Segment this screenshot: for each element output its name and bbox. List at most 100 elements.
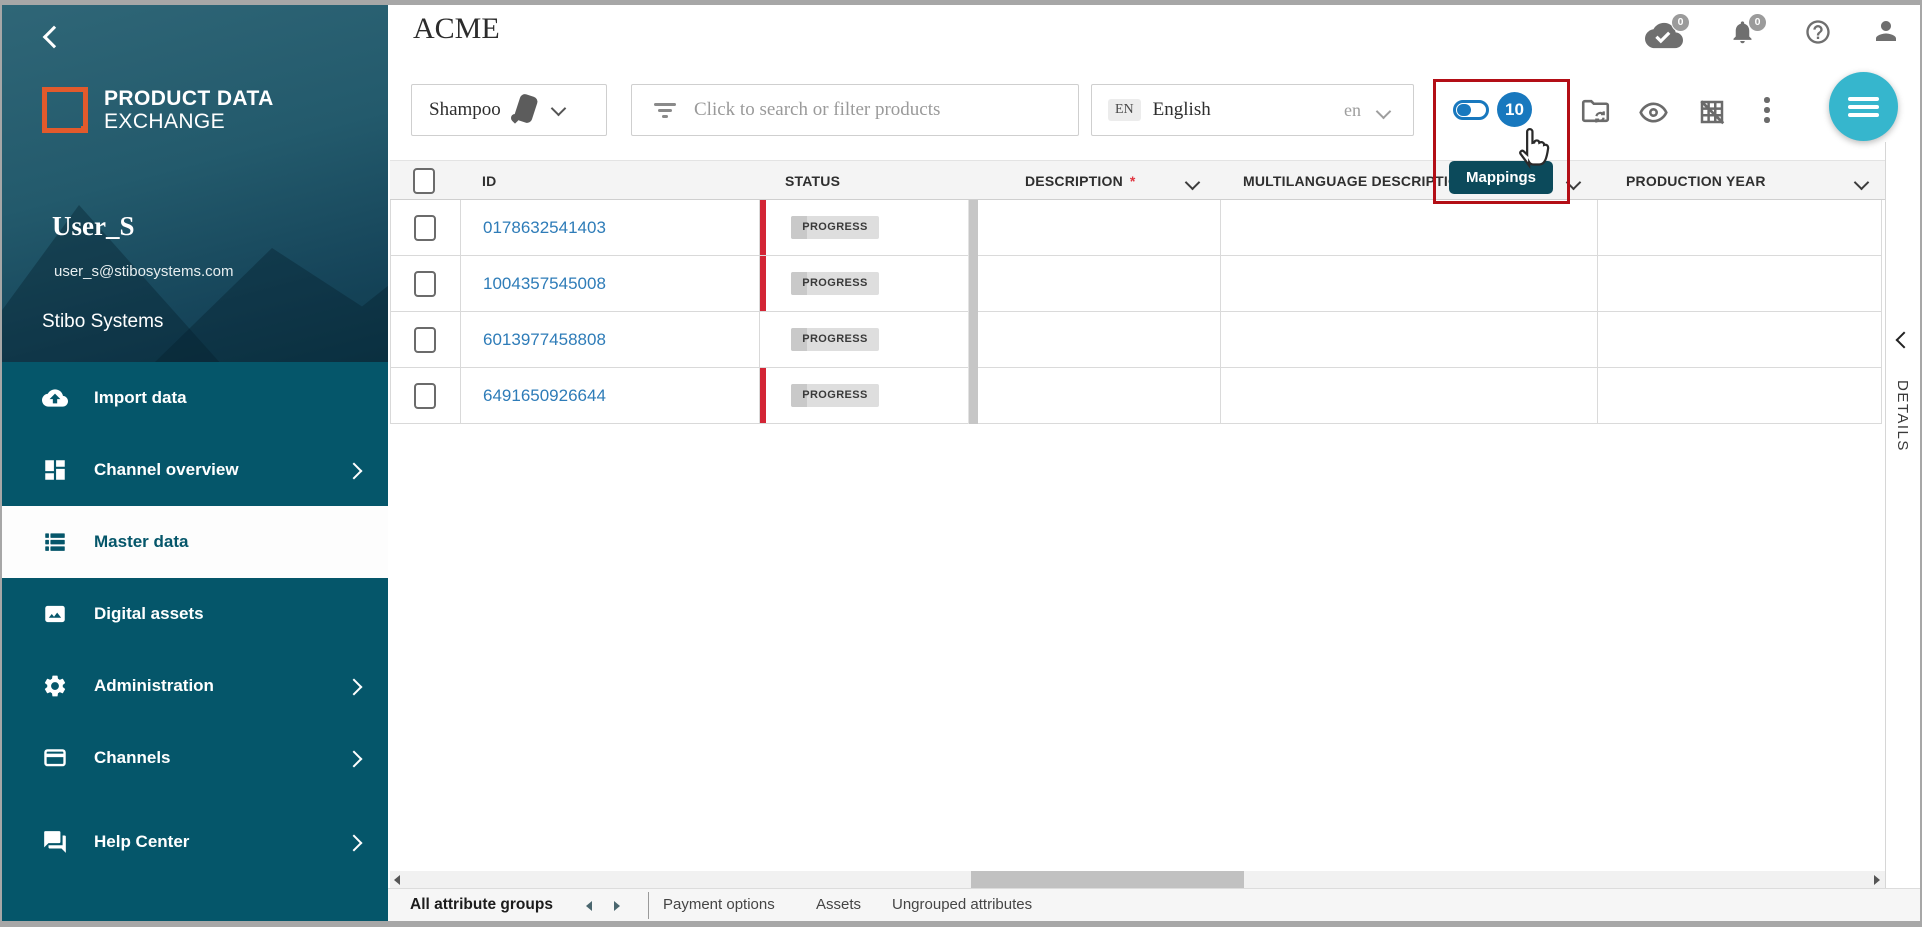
column-header-status[interactable]: STATUS [785,161,840,201]
sync-count-badge: 0 [1671,13,1690,32]
help-button[interactable] [1804,18,1832,46]
empty-cell [1221,312,1598,368]
column-header-production-year[interactable]: PRODUCTION YEAR [1626,161,1766,201]
column-filter-chevron[interactable] [1854,175,1870,191]
sidebar-item-help-center[interactable]: Help Center [2,806,388,878]
sidebar-item-digital-assets[interactable]: Digital assets [2,578,388,650]
chevron-down-icon [1376,104,1392,120]
folder-sync-button[interactable] [1580,97,1611,126]
empty-cell [978,312,1221,368]
sidebar-item-label: Digital assets [94,578,204,650]
column-filter-chevron[interactable] [1185,175,1201,191]
tab-all-attribute-groups[interactable]: All attribute groups [410,889,553,921]
product-id-link[interactable]: 1004357545008 [483,256,606,312]
chat-icon [42,829,68,855]
account-button[interactable] [1871,16,1901,46]
eye-icon [1638,101,1669,124]
logo-line1: PRODUCT DATA [104,87,274,110]
sidebar-item-master-data[interactable]: Master data [2,506,388,578]
tab-assets[interactable]: Assets [816,889,861,921]
empty-cell [1598,312,1882,368]
tab-payment-options[interactable]: Payment options [663,889,775,921]
list-rows-icon [42,529,68,555]
user-name: User_S [52,211,135,242]
sidebar-item-channel-overview[interactable]: Channel overview [2,434,388,506]
empty-cell [1221,256,1598,312]
column-header-multilanguage[interactable]: MULTILANGUAGE DESCRIPTION [1243,161,1469,201]
empty-cell [1598,368,1882,424]
vertical-scrollbar[interactable] [968,200,978,424]
product-id-link[interactable]: 0178632541403 [483,200,606,256]
sidebar-item-import-data[interactable]: Import data [2,362,388,434]
folder-sync-icon [1580,97,1611,126]
sidebar-item-administration[interactable]: Administration [2,650,388,722]
row-checkbox[interactable] [414,327,436,353]
row-checkbox[interactable] [414,271,436,297]
logo-square-icon [42,87,88,133]
app-logo: PRODUCT DATA EXCHANGE [42,87,274,133]
sidebar-item-label: Import data [94,362,187,434]
details-panel-label: DETAILS [1894,380,1911,452]
table-empty-columns [978,200,1882,424]
chevron-left-icon [1896,332,1913,349]
status-badge: PROGRESS [791,216,879,239]
search-input[interactable] [692,98,1056,122]
horizontal-scrollbar[interactable] [390,871,1885,888]
scroll-left-icon[interactable] [394,875,400,885]
sidebar-item-label: Administration [94,650,214,722]
tab-scroll-right-icon[interactable] [614,901,620,911]
row-checkbox[interactable] [414,383,436,409]
sidebar-item-channels[interactable]: Channels [2,722,388,794]
chevron-right-icon [346,835,363,852]
column-header-id[interactable]: ID [482,161,496,201]
empty-cell [1221,200,1598,256]
mappings-toggle-icon[interactable] [1453,100,1489,120]
product-search[interactable] [631,84,1079,136]
grid-view-toggle-button[interactable] [1697,97,1727,127]
gear-icon [42,673,68,699]
row-checkbox[interactable] [414,215,436,241]
card-icon [42,745,68,771]
window-frame [0,0,1922,5]
main-menu-fab[interactable] [1829,72,1898,141]
empty-cell [1598,256,1882,312]
chevron-right-icon [346,463,363,480]
hand-cursor-icon [1513,121,1555,169]
product-id-link[interactable]: 6013977458808 [483,312,606,368]
column-filter-chevron[interactable] [1566,175,1582,191]
attribute-group-tabs: All attribute groups Payment options Ass… [388,888,1920,921]
preview-button[interactable] [1638,101,1669,124]
details-panel-expander[interactable]: DETAILS [1885,142,1920,888]
scrollbar-thumb[interactable] [971,871,1244,888]
language-code: en [1344,100,1361,121]
category-dropdown[interactable]: Shampoo [411,84,607,136]
shampoo-bottle-icon [509,92,543,128]
product-id-link[interactable]: 6491650926644 [483,368,606,424]
collapse-sidebar-button[interactable] [46,29,70,53]
chevron-right-icon [346,679,363,696]
status-alert-bar [760,200,766,255]
tab-ungrouped-attributes[interactable]: Ungrouped attributes [892,889,1032,921]
tab-scroll-left-icon[interactable] [586,901,592,911]
chevron-down-icon [551,100,567,116]
logo-line2: EXCHANGE [104,110,274,133]
notifications-count-badge: 0 [1748,13,1767,32]
column-header-description[interactable]: DESCRIPTION* [1025,161,1136,201]
scroll-right-icon[interactable] [1874,875,1880,885]
person-icon [1871,16,1901,46]
cloud-upload-icon [42,385,68,411]
user-email: user_s@stibosystems.com [54,263,233,280]
more-options-button[interactable] [1763,96,1771,126]
window-frame [0,0,2,927]
empty-cell [1221,368,1598,424]
sidebar-item-label: Master data [94,506,188,578]
sidebar-item-label: Channel overview [94,434,239,506]
language-selector[interactable]: EN English en [1091,84,1414,136]
select-all-checkbox[interactable] [413,168,435,194]
language-label: English [1153,99,1211,121]
page-title: ACME [413,12,500,46]
sidebar: PRODUCT DATA EXCHANGE User_S user_s@stib… [2,5,388,921]
background-photo [152,235,388,362]
sidebar-item-label: Channels [94,722,171,794]
sidebar-header: PRODUCT DATA EXCHANGE User_S user_s@stib… [2,5,388,362]
